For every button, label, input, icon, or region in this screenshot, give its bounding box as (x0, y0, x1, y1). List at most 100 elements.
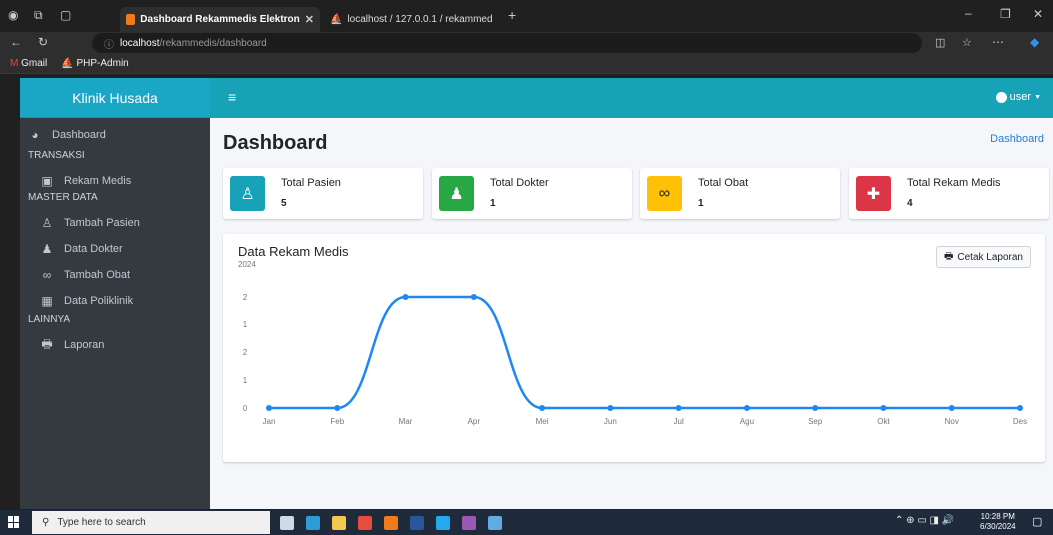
breadcrumb[interactable]: Dashboard (990, 133, 1044, 145)
info-box-number: 5 (281, 198, 287, 209)
data-point[interactable] (1017, 405, 1023, 411)
sidebar-header: MASTER DATA (28, 192, 98, 203)
sidebar-item[interactable]: ∞ Tambah Obat (20, 262, 210, 288)
menu-toggle-icon[interactable]: ≡ (228, 89, 236, 105)
notes-medical-icon: ✚ (866, 185, 881, 203)
data-point[interactable] (334, 405, 341, 411)
task-view-icon[interactable] (280, 516, 294, 530)
data-point[interactable] (812, 405, 819, 411)
info-box-label: Total Pasien (281, 177, 341, 189)
tab-phpmyadmin[interactable]: ⛵ localhost / 127.0.0.1 / rekammed ✕ (324, 7, 499, 32)
new-tab-icon[interactable]: + (508, 7, 516, 23)
browser-tab-bar: ◉ ⧉ ▢ Dashboard Rekammedis Elektron ✕ ⛵ … (0, 0, 1053, 32)
refresh-icon[interactable]: ↻ (38, 35, 48, 49)
back-icon[interactable]: ← (10, 35, 22, 49)
app-window: Klinik Husada ≡ user ▼ ◕ Dashboard TRANSAK… (20, 78, 1053, 509)
split-screen-icon[interactable]: ◫ (935, 36, 945, 49)
clock[interactable]: 10:28 PM 6/30/2024 (980, 512, 1016, 532)
minimize-icon[interactable]: – (965, 6, 972, 20)
data-point[interactable] (948, 405, 955, 411)
y-tick-label: 1 (243, 376, 248, 385)
anydesk-icon[interactable] (358, 516, 372, 530)
sidebar-item-label: Data Poliklinik (64, 295, 134, 307)
brand-link[interactable]: Klinik Husada (20, 78, 210, 118)
sidebar-item[interactable]: ▦ Data Poliklinik (20, 288, 210, 314)
info-box-icon-bg: ♟ (439, 176, 474, 211)
book-medical-icon: ▣ (41, 174, 53, 188)
bookmark-gmail[interactable]: M Gmail (10, 58, 47, 69)
sidebar-item[interactable]: ▣ Rekam Medis (20, 168, 210, 194)
bookmarks-bar: M Gmail ⛵ PHP-Admin (0, 54, 1053, 74)
data-point[interactable] (675, 405, 682, 411)
taskbar-search[interactable]: ⚲ Type here to search (32, 511, 270, 534)
info-icon: ⓘ (104, 39, 114, 51)
copilot-icon[interactable]: ◆ (1030, 35, 1039, 49)
x-tick-label: Jun (604, 417, 617, 426)
data-point[interactable] (402, 294, 409, 300)
data-point[interactable] (880, 405, 887, 411)
x-tick-label: Feb (330, 417, 344, 426)
vscode-icon[interactable] (436, 516, 450, 530)
sidebar-item[interactable]: ♟ Data Dokter (20, 236, 210, 262)
tab-dashboard[interactable]: Dashboard Rekammedis Elektron ✕ (120, 7, 320, 32)
word-icon[interactable] (410, 516, 424, 530)
info-box-number: 1 (698, 198, 704, 209)
more-icon[interactable]: ⋯ (992, 35, 1004, 49)
data-point[interactable] (743, 405, 750, 411)
caret-down-icon: ▼ (1034, 93, 1041, 101)
user-menu[interactable]: user ▼ (995, 91, 1041, 103)
gmail-icon: M (10, 58, 19, 69)
sidebar-item-label: Tambah Obat (64, 269, 131, 281)
close-window-icon[interactable]: ✕ (1033, 7, 1043, 21)
sidebar-item[interactable]: 🖶 Laporan (20, 332, 210, 358)
sidebar-item[interactable]: ♙ Tambah Pasien (20, 210, 210, 236)
x-tick-label: Agu (740, 417, 754, 426)
print-icon: 🖶 (41, 336, 53, 351)
x-tick-label: Mar (399, 417, 413, 426)
edge-icon[interactable] (306, 516, 320, 530)
x-tick-label: Des (1013, 417, 1027, 426)
sidebar: ◕ Dashboard TRANSAKSI ▣ Rekam Medis MASTER DA… (20, 118, 210, 509)
data-point[interactable] (607, 405, 614, 411)
data-point[interactable] (470, 294, 477, 300)
restore-icon[interactable]: ❐ (1000, 7, 1011, 21)
user-injured-icon: ♙ (41, 216, 53, 230)
x-tick-label: Jan (263, 417, 276, 426)
app-icon[interactable] (462, 516, 476, 530)
data-point[interactable] (539, 405, 546, 411)
tab-title: Dashboard Rekammedis Elektron (140, 14, 300, 25)
info-box-number: 4 (907, 198, 913, 209)
brand-name: Klinik Husada (72, 89, 158, 106)
y-tick-label: 1 (243, 320, 248, 329)
photos-icon[interactable] (488, 516, 502, 530)
sidebar-item-label: Data Dokter (64, 243, 123, 255)
user-circle-icon (995, 91, 1007, 103)
pills-icon: ∞ (42, 268, 52, 282)
close-tab-icon[interactable]: ✕ (498, 13, 499, 26)
data-point[interactable] (266, 405, 272, 411)
pills-icon: ∞ (658, 184, 671, 202)
file-explorer-icon[interactable] (332, 516, 346, 530)
profile-icon[interactable]: ◉ (8, 8, 18, 22)
sidebar-item[interactable]: ◕ Dashboard (20, 122, 210, 148)
clock-time: 10:28 PM (980, 512, 1015, 521)
close-tab-icon[interactable]: ✕ (305, 13, 314, 26)
url-input[interactable]: ⓘ localhost/rekammedis/dashboard (92, 33, 922, 53)
top-navbar: ≡ user ▼ (210, 78, 1053, 118)
user-md-icon: ♟ (41, 242, 53, 256)
notification-icon[interactable]: ▢ (1032, 515, 1042, 528)
x-tick-label: Sep (808, 417, 823, 426)
xampp-icon[interactable] (384, 516, 398, 530)
workspaces-icon[interactable]: ⧉ (34, 8, 43, 23)
info-box-label: Total Dokter (490, 177, 549, 189)
phpmyadmin-icon: ⛵ (61, 58, 74, 69)
tab-actions-icon[interactable]: ▢ (60, 8, 71, 22)
clock-date: 6/30/2024 (980, 522, 1016, 531)
windows-start-icon[interactable] (8, 516, 20, 528)
bookmark-phpadmin[interactable]: ⛵ PHP-Admin (61, 58, 128, 69)
favorites-icon[interactable]: ☆ (962, 36, 972, 49)
page-title: Dashboard (223, 132, 328, 154)
main-content: Dashboard Dashboard ♙ Total Pasien 5 ♟ Total… (210, 118, 1053, 509)
system-tray-icons[interactable]: ⌃ ⊕ ▭ ◨ 🔊 (895, 515, 954, 526)
sidebar-item-label: Tambah Pasien (64, 217, 140, 229)
